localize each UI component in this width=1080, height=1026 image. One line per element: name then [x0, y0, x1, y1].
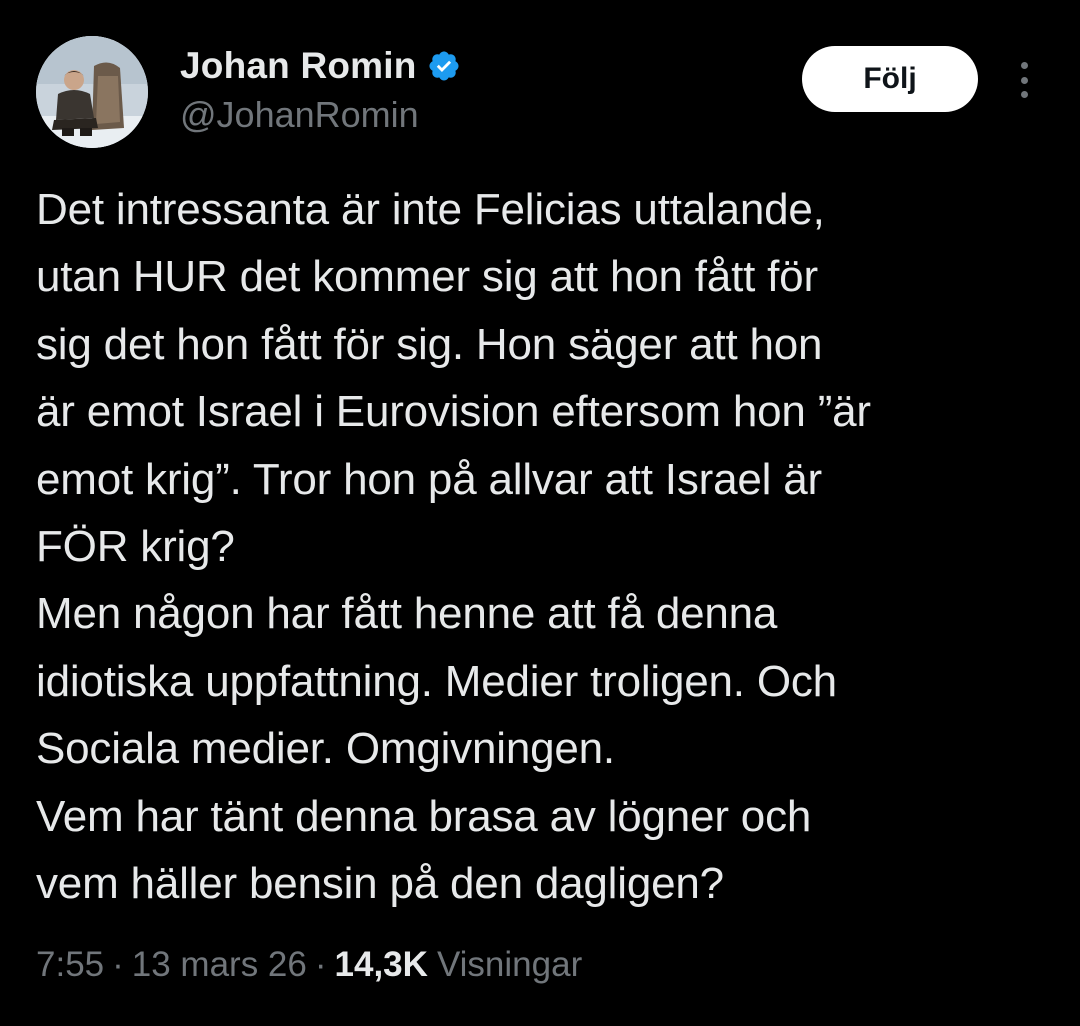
meta-separator: ·	[314, 945, 327, 984]
tweet-line: Sociala medier. Omgivningen.	[36, 724, 615, 774]
views-count[interactable]: 14,3K	[335, 945, 428, 985]
tweet-line: sig det hon fått för sig. Hon säger att …	[36, 319, 823, 369]
tweet-line: är emot Israel i Eurovision eftersom hon…	[36, 387, 871, 437]
author-display-name[interactable]: Johan Romin	[180, 45, 417, 87]
tweet-text: Det intressanta är inte Felicias uttalan…	[36, 176, 1046, 917]
avatar-photo-icon	[36, 36, 148, 148]
avatar[interactable]	[36, 36, 148, 148]
tweet-header: Johan Romin @JohanRomin Följ	[36, 36, 1044, 156]
more-vertical-icon[interactable]	[1006, 58, 1042, 102]
author-handle[interactable]: @JohanRomin	[180, 94, 461, 136]
tweet-line: idiotiska uppfattning. Medier troligen. …	[36, 656, 837, 706]
tweet-line: Vem har tänt denna brasa av lögner och	[36, 791, 812, 841]
author-info[interactable]: Johan Romin @JohanRomin	[180, 42, 461, 136]
tweet-date[interactable]: 13 mars 26	[132, 945, 307, 985]
more-dot	[1020, 76, 1028, 84]
tweet-line: Det intressanta är inte Felicias uttalan…	[36, 185, 825, 234]
meta-separator: ·	[112, 945, 124, 984]
more-dot	[1020, 62, 1028, 69]
follow-button[interactable]: Följ	[802, 46, 978, 112]
tweet-detail: Johan Romin @JohanRomin Följ Det intress…	[0, 0, 1080, 1026]
tweet-meta: 7:55 · 13 mars 26 · 14,3K Visningar	[36, 945, 582, 985]
tweet-line: FÖR krig?	[36, 522, 235, 572]
more-dot	[1020, 91, 1028, 98]
tweet-line: emot krig”. Tror hon på allvar att Israe…	[36, 454, 822, 504]
tweet-line: Men någon har fått henne att få denna	[36, 589, 778, 639]
tweet-line: vem häller bensin på den dagligen?	[36, 859, 724, 909]
author-name-row: Johan Romin	[180, 42, 461, 90]
tweet-line: utan HUR det kommer sig att hon fått för	[36, 252, 818, 302]
verified-badge-icon[interactable]	[427, 49, 461, 83]
views-label: Visningar	[436, 945, 583, 984]
tweet-time[interactable]: 7:55	[36, 945, 104, 985]
